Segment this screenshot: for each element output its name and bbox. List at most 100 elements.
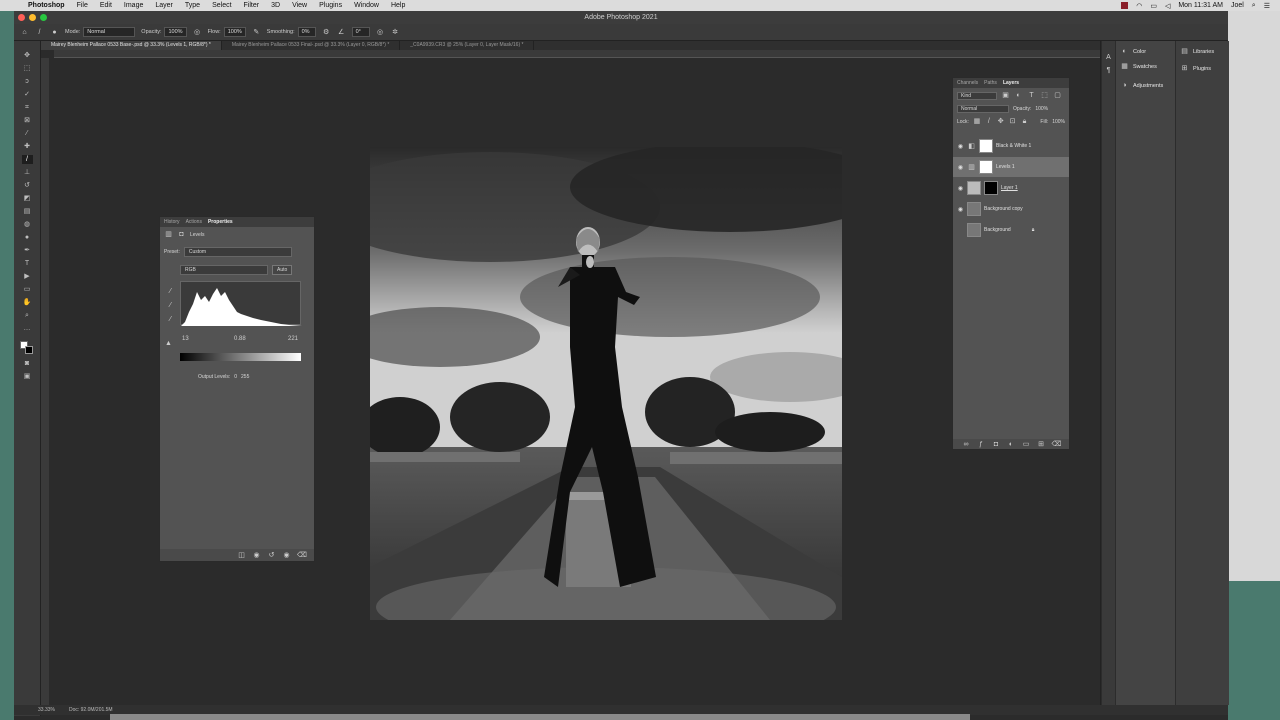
zoom-tool-icon[interactable]: ⌕ <box>22 311 33 320</box>
background-color[interactable] <box>25 346 33 354</box>
visibility-icon[interactable]: ◉ <box>282 551 291 560</box>
layer-row[interactable]: ◉ ◧ Black & White 1 <box>953 136 1069 156</box>
tab-properties[interactable]: Properties <box>208 219 233 225</box>
layer-mask-thumb[interactable] <box>984 181 998 195</box>
character-icon[interactable]: A <box>1104 53 1113 62</box>
layer-row[interactable]: ◉ Layer 1 <box>953 178 1069 198</box>
wifi-icon[interactable]: ◠ <box>1136 2 1142 10</box>
brush-tool-icon[interactable]: / <box>35 28 44 37</box>
input-black-value[interactable]: 13 <box>182 336 189 342</box>
link-icon[interactable]: ∞ <box>962 440 971 449</box>
doc-tab-final[interactable]: Mairey Blenheim Pallace 0533 Final-.psd … <box>222 41 401 50</box>
menu-file[interactable]: File <box>71 2 94 9</box>
output-black-value[interactable]: 0 <box>234 374 237 380</box>
channel-select[interactable]: RGB <box>180 265 268 275</box>
filter-shape-icon[interactable]: ⬚ <box>1040 91 1049 100</box>
lock-paint-icon[interactable]: / <box>985 117 993 126</box>
home-icon[interactable]: ⌂ <box>20 28 29 37</box>
airplay-icon[interactable]: ▭ <box>1150 2 1157 10</box>
color-swatches[interactable] <box>20 341 34 355</box>
screen-mode-icon[interactable]: ▣ <box>22 372 33 381</box>
lock-icon[interactable]: 🔒︎ <box>1032 227 1035 233</box>
tab-layers[interactable]: Layers <box>1003 80 1019 86</box>
preset-select[interactable]: Custom <box>183 247 292 257</box>
type-tool-icon[interactable]: T <box>22 259 33 268</box>
layer-row[interactable]: Background 🔒︎ <box>953 220 1069 240</box>
dock-color[interactable]: ◐ Color <box>1116 41 1175 56</box>
doc-info[interactable]: Doc: 92.0M/201.5M <box>69 707 113 713</box>
lock-pixels-icon[interactable]: ▦ <box>973 117 981 126</box>
menu-view[interactable]: View <box>286 2 313 9</box>
volume-icon[interactable]: ◁ <box>1165 2 1170 10</box>
pen-tool-icon[interactable]: ✒ <box>22 246 33 255</box>
pressure-size-icon[interactable]: ◎ <box>376 28 385 37</box>
search-icon[interactable]: ⌕ <box>1252 2 1256 10</box>
brush-preset-icon[interactable]: ● <box>50 28 59 37</box>
hand-tool-icon[interactable]: ✋ <box>22 298 33 307</box>
gradient-tool-icon[interactable]: ▤ <box>22 207 33 216</box>
layer-mask-thumb[interactable] <box>979 139 993 153</box>
doc-tab-raw[interactable]: _C0A9939.CR3 @ 25% (Layer 0, Layer Mask/… <box>400 41 535 50</box>
layer-name[interactable]: Levels 1 <box>996 164 1015 170</box>
quick-mask-icon[interactable]: ◙ <box>22 359 33 368</box>
pressure-opacity-icon[interactable]: ◎ <box>193 28 202 37</box>
angle-field[interactable]: 0° <box>351 27 370 37</box>
dock-adjustments[interactable]: ◑ Adjustments <box>1116 71 1175 90</box>
reset-icon[interactable]: ↺ <box>267 551 276 560</box>
auto-button[interactable]: Auto <box>272 265 293 275</box>
menu-layer[interactable]: Layer <box>149 2 179 9</box>
zoom-level[interactable]: 33.33% <box>38 707 55 713</box>
zoom-icon[interactable] <box>40 14 47 21</box>
blend-mode-select[interactable]: Normal <box>957 105 1009 113</box>
menu-select[interactable]: Select <box>206 2 237 9</box>
user-name[interactable]: Joel <box>1231 2 1244 9</box>
more-tools-icon[interactable]: … <box>22 324 33 333</box>
tab-history[interactable]: History <box>164 219 180 225</box>
menu-filter[interactable]: Filter <box>238 2 266 9</box>
menu-edit[interactable]: Edit <box>94 2 118 9</box>
smoothing-field[interactable]: 0% <box>297 27 316 37</box>
mask-icon[interactable]: ◘ <box>177 230 186 239</box>
layer-row[interactable]: ◉ Background copy <box>953 199 1069 219</box>
move-tool-icon[interactable]: ✥ <box>22 51 33 60</box>
layer-name[interactable]: Background copy <box>984 206 1023 212</box>
menu-type[interactable]: Type <box>179 2 206 9</box>
group-icon[interactable]: ▭ <box>1022 440 1031 449</box>
clone-stamp-tool-icon[interactable]: ⊥ <box>22 168 33 177</box>
menu-plugins[interactable]: Plugins <box>313 2 348 9</box>
document-image[interactable] <box>370 147 842 620</box>
menu-image[interactable]: Image <box>118 2 149 9</box>
output-gradient[interactable] <box>180 353 301 361</box>
path-select-tool-icon[interactable]: ▶ <box>22 272 33 281</box>
new-layer-icon[interactable]: ⊞ <box>1037 440 1046 449</box>
frame-tool-icon[interactable]: ⊠ <box>22 116 33 125</box>
input-slider-track[interactable] <box>180 325 301 329</box>
layer-name[interactable]: Layer 1 <box>1001 185 1018 191</box>
control-center-icon[interactable]: ☰ <box>1264 2 1270 10</box>
eyedropper-tool-icon[interactable]: ⁄ <box>22 129 33 138</box>
fx-icon[interactable]: ƒ <box>977 440 986 449</box>
filter-kind-select[interactable]: Kind <box>957 91 997 100</box>
trash-icon[interactable]: ⌫ <box>1052 440 1062 449</box>
doc-tab-base[interactable]: Mairey Blenheim Pallace 0533 Base-.psd @… <box>41 41 222 50</box>
marquee-tool-icon[interactable]: ⬚ <box>22 64 33 73</box>
airbrush-icon[interactable]: ✎ <box>252 28 261 37</box>
layer-mask-thumb[interactable] <box>979 160 993 174</box>
layer-name[interactable]: Black & White 1 <box>996 143 1031 149</box>
add-mask-icon[interactable]: ◘ <box>992 440 1001 449</box>
crop-tool-icon[interactable]: ⌗ <box>22 103 33 112</box>
mode-select[interactable]: Normal <box>83 27 136 37</box>
visibility-eye-icon[interactable]: ◉ <box>957 185 964 192</box>
layer-thumb[interactable] <box>967 202 981 216</box>
layer-opacity-field[interactable]: 100% <box>1035 106 1048 112</box>
visibility-eye-icon[interactable]: ◉ <box>957 206 964 213</box>
opacity-field[interactable]: 100% <box>164 27 187 37</box>
lock-artboard-icon[interactable]: ⊡ <box>1009 117 1017 126</box>
eraser-tool-icon[interactable]: ◩ <box>22 194 33 203</box>
clipping-warning-icon[interactable]: ▲ <box>164 339 173 348</box>
menu-window[interactable]: Window <box>348 2 385 9</box>
flow-field[interactable]: 100% <box>223 27 246 37</box>
tab-actions[interactable]: Actions <box>186 219 202 225</box>
layer-row-selected[interactable]: ◉ ▥ Levels 1 <box>953 157 1069 177</box>
blur-tool-icon[interactable]: ◍ <box>22 220 33 229</box>
